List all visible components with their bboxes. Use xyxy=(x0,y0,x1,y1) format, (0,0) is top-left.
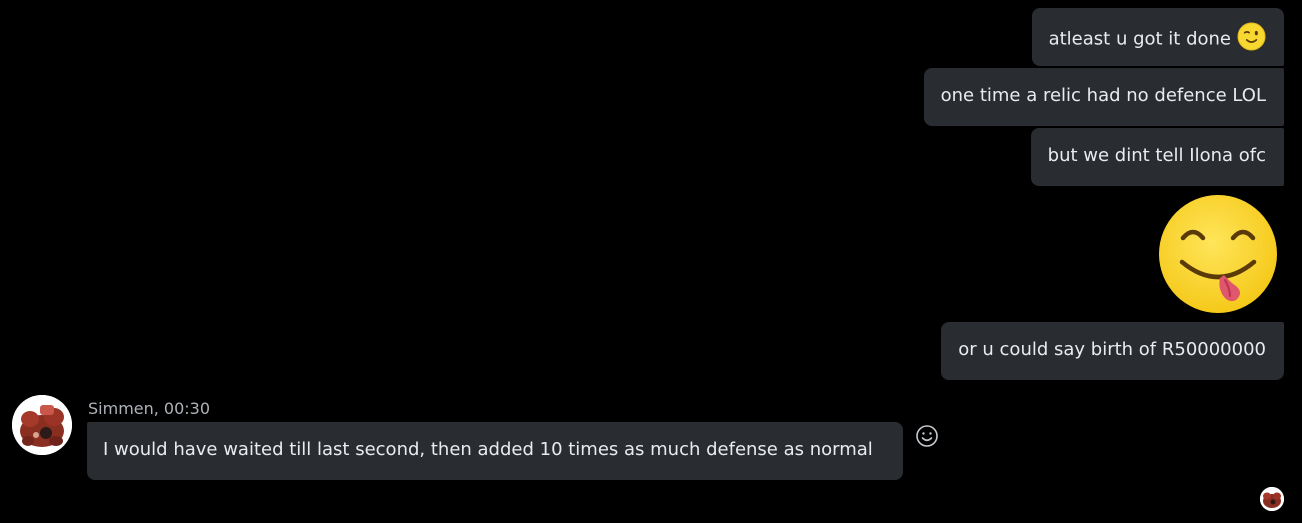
outgoing-message[interactable]: one time a relic had no defence LOL xyxy=(923,68,1284,126)
message-text: I would have waited till last second, th… xyxy=(103,439,873,460)
chat-thread: atleast u got it done one time a relic h… xyxy=(0,0,1302,523)
incoming-message[interactable]: I would have waited till last second, th… xyxy=(87,422,903,480)
message-text: but we dint tell Ilona ofc xyxy=(1047,145,1266,166)
outgoing-message[interactable]: or u could say birth of R50000000 xyxy=(941,322,1284,380)
winking-face-emoji xyxy=(1237,22,1266,51)
read-receipt-avatar xyxy=(1260,487,1284,511)
face-savoring-food-emoji[interactable] xyxy=(1158,194,1278,314)
outgoing-message[interactable]: but we dint tell Ilona ofc xyxy=(1030,128,1284,186)
sender-name-time: Simmen, 00:30 xyxy=(88,399,211,418)
outgoing-message[interactable]: atleast u got it done xyxy=(1031,8,1284,66)
avatar[interactable] xyxy=(12,395,72,455)
smiley-reaction-icon[interactable] xyxy=(915,424,939,448)
message-text: one time a relic had no defence LOL xyxy=(940,85,1266,106)
message-text: atleast u got it done xyxy=(1048,28,1231,50)
message-text: or u could say birth of R50000000 xyxy=(958,339,1266,360)
